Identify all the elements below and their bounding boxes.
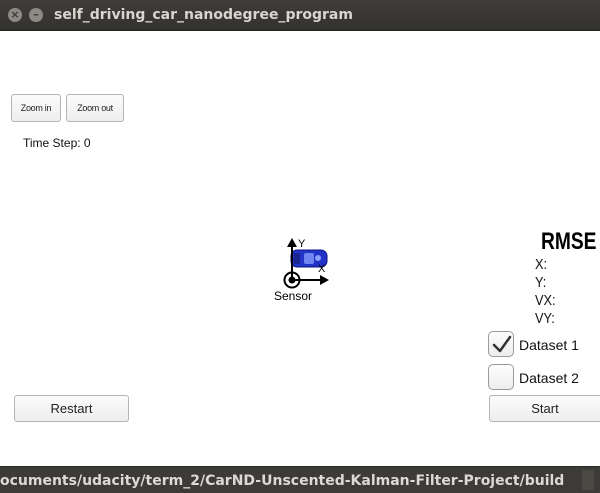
- zoom-in-button[interactable]: Zoom in: [11, 94, 61, 122]
- working-directory-path: ocuments/udacity/term_2/CarND-Unscented-…: [0, 473, 565, 489]
- zoom-out-button[interactable]: Zoom out: [66, 94, 124, 122]
- dataset-2-label[interactable]: Dataset 2: [519, 370, 579, 386]
- rmse-x-label: X:: [535, 256, 548, 273]
- y-axis-label: Y: [298, 238, 306, 250]
- statusbar-handle: [582, 470, 594, 490]
- rmse-vy-label: VY:: [535, 310, 555, 327]
- sensor-label: Sensor: [274, 289, 313, 303]
- time-step-label: Time Step: 0: [23, 136, 91, 150]
- y-axis-arrow-icon: [287, 238, 297, 280]
- x-axis-label: X: [318, 263, 326, 275]
- checkmark-icon: [492, 335, 512, 353]
- window-title: self_driving_car_nanodegree_program: [54, 7, 353, 23]
- x-axis-arrow-icon: [292, 275, 329, 285]
- dataset-1-checkbox[interactable]: [488, 331, 514, 357]
- dataset-2-checkbox[interactable]: [488, 364, 514, 390]
- dataset-1-label[interactable]: Dataset 1: [519, 337, 579, 353]
- start-button[interactable]: Start: [489, 395, 600, 422]
- window-titlebar: × – self_driving_car_nanodegree_program: [0, 0, 600, 31]
- close-icon[interactable]: ×: [8, 8, 22, 22]
- rmse-title: RMSE: [541, 228, 597, 255]
- restart-button[interactable]: Restart: [14, 395, 129, 422]
- sensor-icon: [283, 271, 301, 289]
- minimize-icon[interactable]: –: [29, 8, 43, 22]
- rmse-vx-label: VX:: [535, 292, 556, 309]
- rmse-y-label: Y:: [535, 274, 547, 291]
- terminal-statusbar: ocuments/udacity/term_2/CarND-Unscented-…: [0, 466, 600, 493]
